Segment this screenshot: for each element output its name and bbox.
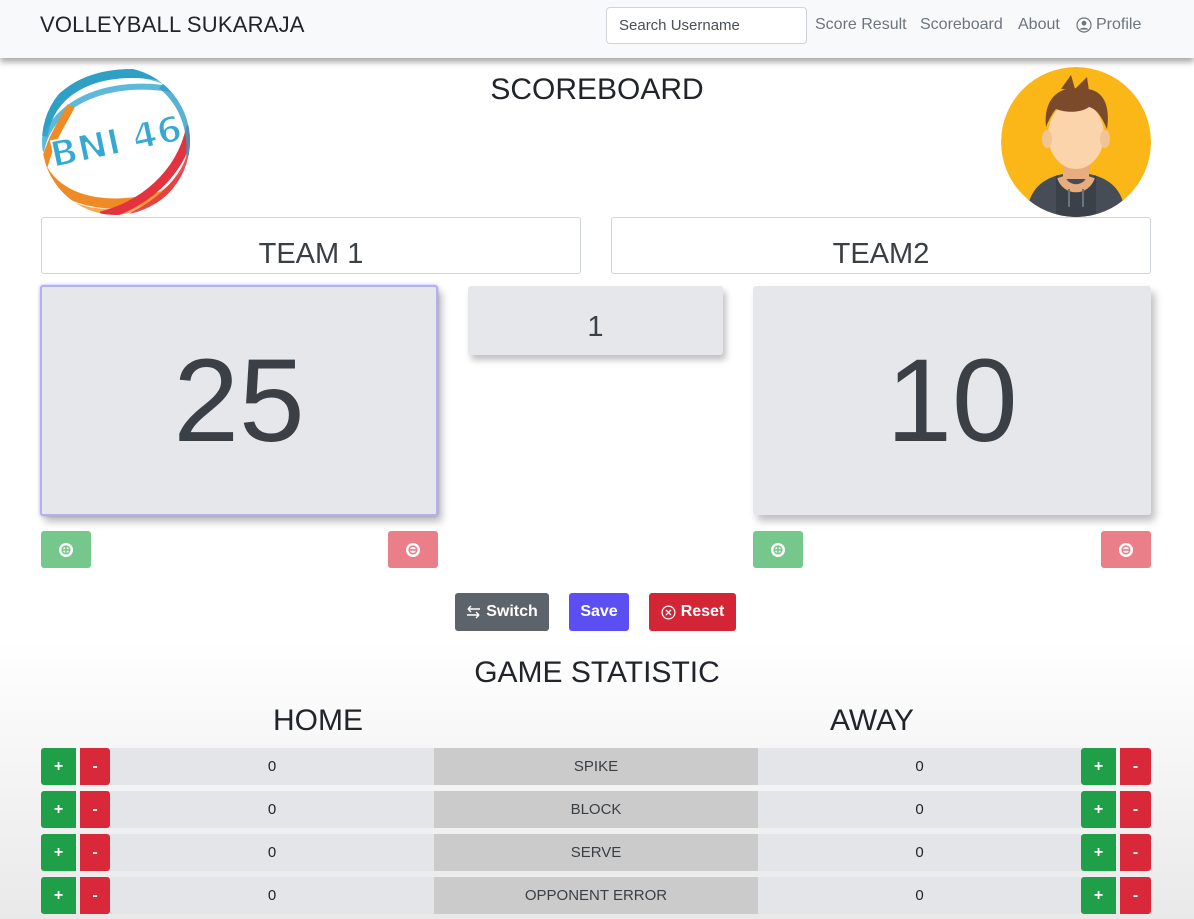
switch-label: Switch [486,603,538,620]
away-block-plus-button[interactable]: + [1081,791,1116,828]
home-spike-value: 0 [110,748,434,785]
stat-row-block: + - 0 BLOCK 0 + - [41,791,1151,828]
stat-row-spike: + - 0 SPIKE 0 + - [41,748,1151,785]
away-opponent-error-plus-button[interactable]: + [1081,877,1116,914]
home-opponent-error-minus-button[interactable]: - [80,877,110,914]
home-opponent-error-plus-button[interactable]: + [41,877,76,914]
nav-scoreboard-link[interactable]: Scoreboard [920,16,1003,34]
navbar: VOLLEYBALL SUKARAJA Score Result Scorebo… [0,0,1194,58]
away-label: AWAY [830,704,914,737]
away-opponent-error-minus-button[interactable]: - [1120,877,1151,914]
brand-title[interactable]: VOLLEYBALL SUKARAJA [40,12,305,38]
stat-name-spike: SPIKE [434,748,758,785]
away-subtract-point-button[interactable]: ⊖ [1101,531,1151,568]
nav-score-result-link[interactable]: Score Result [815,16,907,34]
user-circle-icon [1076,17,1092,33]
home-team-name[interactable]: TEAM 1 [41,217,581,274]
away-spike-plus-button[interactable]: + [1081,748,1116,785]
away-score[interactable]: 10 [753,286,1151,515]
home-add-point-button[interactable]: ⊕ [41,531,91,568]
away-block-minus-button[interactable]: - [1120,791,1151,828]
away-serve-plus-button[interactable]: + [1081,834,1116,871]
home-label: HOME [273,704,363,737]
stat-name-serve: SERVE [434,834,758,871]
scoreboard-title: SCOREBOARD [490,73,704,106]
away-serve-minus-button[interactable]: - [1120,834,1151,871]
home-spike-minus-button[interactable]: - [80,748,110,785]
x-circle-icon [661,605,676,619]
nav-about-link[interactable]: About [1018,16,1060,34]
save-button[interactable]: Save [569,593,629,631]
stat-row-serve: + - 0 SERVE 0 + - [41,834,1151,871]
home-block-value: 0 [110,791,434,828]
away-spike-minus-button[interactable]: - [1120,748,1151,785]
switch-arrows-icon [467,605,481,619]
reset-button[interactable]: Reset [649,593,736,631]
reset-label: Reset [680,603,725,620]
stat-row-opponent-error: + - 0 OPPONENT ERROR 0 + - [41,877,1151,914]
minus-circle-icon: ⊖ [406,542,420,557]
home-serve-value: 0 [110,834,434,871]
away-team-name[interactable]: TEAM2 [611,217,1151,274]
nav-profile-link[interactable]: Profile [1076,16,1141,34]
switch-button[interactable]: Switch [455,593,549,631]
search-username-input[interactable] [606,7,807,44]
away-spike-value: 0 [758,748,1081,785]
stat-name-block: BLOCK [434,791,758,828]
plus-circle-icon: ⊕ [59,542,73,557]
game-statistic-title: GAME STATISTIC [474,656,720,689]
away-opponent-error-value: 0 [758,877,1081,914]
home-subtract-point-button[interactable]: ⊖ [388,531,438,568]
home-serve-minus-button[interactable]: - [80,834,110,871]
home-block-plus-button[interactable]: + [41,791,76,828]
home-serve-plus-button[interactable]: + [41,834,76,871]
minus-circle-icon: ⊖ [1119,542,1133,557]
stat-name-opponent-error: OPPONENT ERROR [434,877,758,914]
away-block-value: 0 [758,791,1081,828]
home-opponent-error-value: 0 [110,877,434,914]
away-add-point-button[interactable]: ⊕ [753,531,803,568]
profile-label: Profile [1096,16,1142,33]
away-serve-value: 0 [758,834,1081,871]
home-score[interactable]: 25 [40,285,438,516]
home-spike-plus-button[interactable]: + [41,748,76,785]
plus-circle-icon: ⊕ [771,542,785,557]
set-number: 1 [468,286,723,355]
home-block-minus-button[interactable]: - [80,791,110,828]
